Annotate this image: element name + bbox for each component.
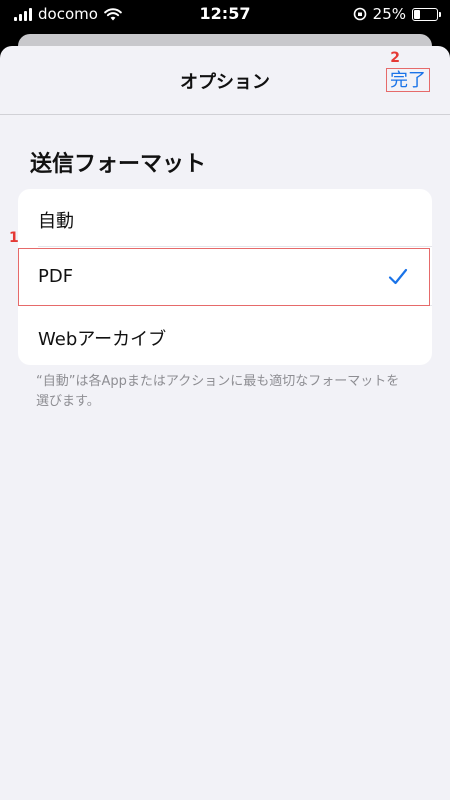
battery-percent: 25% bbox=[372, 5, 406, 23]
checkmark-icon bbox=[388, 268, 408, 285]
format-list: 自動 PDF Webアーカイブ bbox=[18, 189, 432, 365]
footer-note: “自動”は各Appまたはアクションに最も適切なフォーマットを選びます。 bbox=[36, 374, 400, 409]
page-title: オプション bbox=[180, 72, 270, 93]
option-label: Webアーカイブ bbox=[38, 329, 167, 350]
status-bar: docomo 12:57 25% bbox=[0, 0, 450, 30]
option-row-pdf[interactable]: PDF bbox=[18, 248, 432, 306]
option-label: 自動 bbox=[38, 211, 74, 232]
status-right: 25% bbox=[353, 5, 441, 23]
option-label: PDF bbox=[38, 266, 74, 287]
section-title: 送信フォーマット bbox=[30, 152, 207, 177]
battery-fill bbox=[414, 9, 420, 19]
navigation-bar: オプション 2 完了 bbox=[0, 46, 450, 115]
annotation-badge-2: 2 bbox=[390, 50, 400, 66]
done-button[interactable]: 完了 bbox=[386, 68, 430, 92]
options-sheet: オプション 2 完了 送信フォーマット 1 自動 PDF Webアーカイブ “自… bbox=[0, 46, 450, 800]
option-row-auto[interactable]: 自動 bbox=[18, 189, 432, 247]
option-row-web-archive[interactable]: Webアーカイブ bbox=[18, 307, 432, 365]
battery-icon bbox=[412, 7, 441, 21]
orientation-lock-icon bbox=[353, 7, 366, 21]
